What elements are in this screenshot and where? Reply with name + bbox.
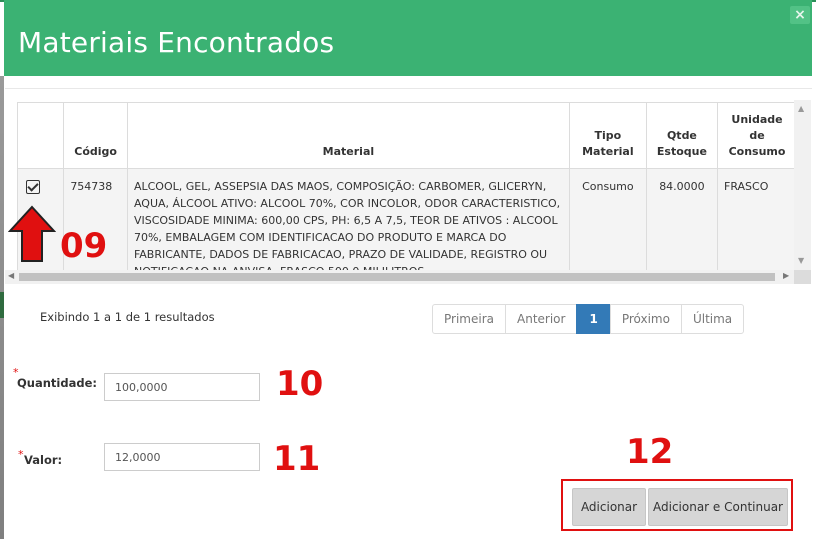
table-row[interactable]: 754738 ALCOOL, GEL, ASSEPSIA DAS MAOS, C… [16, 168, 797, 270]
page-first-button[interactable]: Primeira [432, 304, 506, 334]
header-codigo: Código [63, 102, 128, 169]
header-tipo-material: Tipo Material [568, 102, 647, 169]
results-summary: Exibindo 1 a 1 de 1 resultados [40, 310, 215, 324]
page-next-button[interactable]: Próximo [609, 304, 682, 334]
header-qtde-estoque: Qtde Estoque [645, 102, 719, 169]
annotation-09: 09 [60, 226, 108, 266]
add-and-continue-button[interactable]: Adicionar e Continuar [648, 488, 788, 526]
annotation-11: 11 [273, 439, 321, 479]
scroll-right-icon[interactable]: ▶ [783, 271, 789, 280]
header-qtde-line2: Estoque [656, 145, 707, 158]
scroll-down-icon[interactable]: ▼ [798, 256, 804, 265]
close-icon[interactable]: × [790, 6, 810, 24]
page-current-button[interactable]: 1 [576, 304, 611, 334]
header-select [16, 102, 65, 169]
checkbox-checked-icon[interactable] [26, 180, 40, 194]
scroll-up-icon[interactable]: ▲ [798, 104, 804, 113]
horizontal-scroll-thumb[interactable] [19, 273, 775, 281]
header-unidade-consumo: Unidade de Consumo [717, 102, 797, 169]
annotation-10: 10 [276, 364, 324, 404]
annotation-arrow-icon [8, 205, 56, 262]
annotation-12: 12 [626, 432, 674, 472]
horizontal-scrollbar[interactable]: ◀ ▶ [5, 270, 794, 284]
page-prev-button[interactable]: Anterior [505, 304, 578, 334]
header-tipo-line2: Material [582, 145, 634, 158]
page-last-button[interactable]: Última [680, 304, 745, 334]
dialog-title: Materiais Encontrados [18, 26, 335, 59]
scroll-corner [794, 270, 811, 284]
header-unid-line1: Unidade [731, 113, 783, 126]
backdrop-mark [0, 292, 4, 318]
vertical-scrollbar[interactable]: ▲ ▼ [794, 100, 811, 270]
header-unid-line3: Consumo [728, 145, 786, 158]
cell-tipo: Consumo [568, 168, 647, 270]
header-tipo-line1: Tipo [594, 129, 622, 142]
dialog-header: Materiais Encontrados × [4, 0, 812, 76]
quantidade-input[interactable] [104, 373, 260, 401]
cell-unidade: FRASCO [717, 168, 797, 270]
cell-qtde: 84.0000 [645, 168, 719, 270]
quantidade-label: Quantidade: [17, 376, 97, 390]
header-material: Material [126, 102, 570, 169]
valor-label: Valor: [24, 453, 63, 467]
scroll-left-icon[interactable]: ◀ [8, 271, 14, 280]
valor-input[interactable] [104, 443, 260, 471]
results-table: Código Material Tipo Material Qtde Estoque… [16, 102, 797, 270]
table-header-row: Código Material Tipo Material Qtde Estoque… [16, 102, 797, 169]
results-table-container: Código Material Tipo Material Qtde Estoque… [5, 90, 797, 270]
header-qtde-line1: Qtde [666, 129, 697, 142]
required-mark-valor: * [18, 448, 24, 461]
add-button[interactable]: Adicionar [572, 488, 646, 526]
header-unid-line2: de [749, 129, 765, 142]
divider [5, 88, 812, 89]
cell-material: ALCOOL, GEL, ASSEPSIA DAS MAOS, COMPOSIÇ… [126, 168, 570, 270]
pagination: Primeira Anterior 1 Próximo Última [432, 304, 745, 334]
